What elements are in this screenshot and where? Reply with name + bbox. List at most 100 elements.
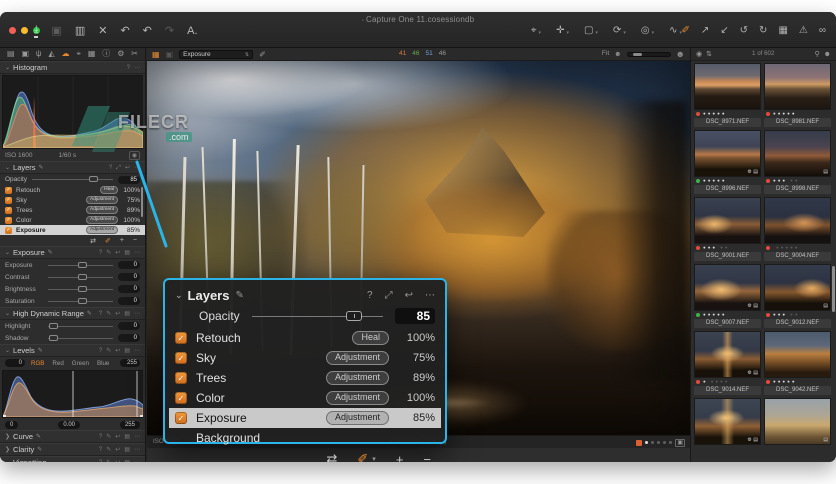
- edit-icon[interactable]: ✎: [235, 290, 243, 301]
- reset-icon[interactable]: ↩: [115, 447, 120, 453]
- edit-icon[interactable]: ✎: [37, 447, 42, 453]
- zoom-out-icon[interactable]: ☻: [614, 51, 621, 58]
- check-icon[interactable]: ✓: [175, 392, 187, 404]
- more-icon[interactable]: ⋯: [134, 311, 140, 317]
- crop-tool-button[interactable]: ▢ ▾: [584, 26, 598, 36]
- variant-dot[interactable]: [651, 441, 655, 444]
- thumbnail[interactable]: ▤: [764, 130, 831, 177]
- rating-row[interactable]: ●●●●●: [764, 110, 831, 118]
- layer-row-selected[interactable]: ✓ Exposure Adjustment 85%: [0, 225, 145, 235]
- edit-icon[interactable]: ✎: [106, 447, 111, 453]
- delete-icon[interactable]: ✕: [98, 26, 107, 37]
- checkbox-checked-icon[interactable]: ✓: [5, 196, 12, 204]
- opacity-slider[interactable]: [32, 176, 113, 182]
- undo-icon[interactable]: ↶: [120, 26, 129, 37]
- checkbox-checked-icon[interactable]: ✓: [5, 216, 12, 224]
- edit-icon[interactable]: ✎: [106, 434, 111, 440]
- help-icon[interactable]: ?: [99, 311, 102, 317]
- help-icon[interactable]: ?: [99, 348, 102, 354]
- check-icon[interactable]: ✓: [175, 352, 187, 364]
- more-icon[interactable]: ⋯: [134, 165, 140, 171]
- slider-handle[interactable]: [346, 310, 363, 321]
- check-icon[interactable]: ✓: [175, 412, 187, 424]
- vignetting-section-header[interactable]: ⌄ Vignetting ? ✎ ↩ ▤ ⋯: [0, 456, 145, 462]
- edit-icon[interactable]: ✎: [106, 348, 111, 354]
- expand-icon[interactable]: ⤢: [385, 290, 393, 301]
- grid-icon[interactable]: ▦: [778, 26, 787, 36]
- layers-panel-header[interactable]: ⌄ Layers ✎ ? ⤢ ↩ ⋯: [175, 286, 435, 304]
- rating-row[interactable]: ●●●●●: [694, 311, 761, 319]
- compare-view-icon[interactable]: ▣: [166, 50, 174, 59]
- channel-rgb[interactable]: RGB: [29, 360, 46, 367]
- help-icon[interactable]: ?: [367, 290, 373, 301]
- slider-handle[interactable]: [49, 322, 59, 329]
- slider-handle[interactable]: [77, 273, 87, 280]
- search-icon[interactable]: ⚲: [814, 51, 819, 58]
- tab-library-icon[interactable]: ▤: [7, 50, 15, 58]
- more-icon[interactable]: ⋯: [425, 290, 435, 301]
- thumbnail[interactable]: [694, 63, 761, 110]
- levels-black-point[interactable]: 0: [5, 420, 19, 429]
- help-icon[interactable]: ?: [99, 447, 102, 453]
- variant-dot[interactable]: [657, 441, 661, 444]
- layer-row[interactable]: ✓ Color Adjustment 100%: [0, 215, 145, 225]
- scrollbar[interactable]: [141, 187, 143, 217]
- eye-icon[interactable]: ◉: [696, 51, 702, 58]
- draw-mask-tool-button[interactable]: ∿ ▾: [669, 26, 682, 36]
- thumbnail[interactable]: ▤: [764, 264, 831, 311]
- edit-icon[interactable]: ✎: [38, 348, 43, 354]
- add-layer-button[interactable]: +: [396, 452, 404, 463]
- remove-layer-button[interactable]: −: [423, 452, 431, 463]
- layer-row[interactable]: ✓ Sky Adjustment 75%: [0, 195, 145, 205]
- rating-row[interactable]: ●●●●●: [764, 311, 831, 319]
- reset-icon[interactable]: ↩: [405, 290, 413, 301]
- thumbnail[interactable]: [764, 63, 831, 110]
- variant-dot[interactable]: [645, 441, 649, 444]
- import-icon[interactable]: ⤓: [34, 25, 39, 38]
- brush-icon[interactable]: ✐: [357, 451, 368, 462]
- slider-handle[interactable]: [49, 334, 59, 341]
- capture-icon[interactable]: ▣: [51, 26, 61, 37]
- zoom-fit-label[interactable]: Fit: [602, 51, 609, 58]
- rating-row[interactable]: ●●●●●: [764, 177, 831, 185]
- pan-tool-button[interactable]: ✛ ▾: [556, 26, 569, 36]
- checkbox-checked-icon[interactable]: ✓: [175, 332, 187, 344]
- browser-cell[interactable]: ●●●●● DSC_9004.NEF: [764, 197, 831, 261]
- annotate-icon[interactable]: A.: [187, 26, 197, 37]
- rating-row[interactable]: ●●●●●: [764, 244, 831, 252]
- reset-icon[interactable]: ↩: [115, 434, 120, 440]
- levels-gamma[interactable]: 0.00: [58, 420, 80, 429]
- histogram-section-header[interactable]: ⌄ Histogram ? ⋯: [0, 61, 145, 74]
- sort-icon[interactable]: ⇅: [706, 51, 712, 58]
- reset-icon[interactable]: ↩: [125, 165, 130, 171]
- more-icon[interactable]: ⋯: [134, 434, 140, 440]
- more-icon[interactable]: ⋯: [134, 460, 140, 463]
- edit-icon[interactable]: ✎: [39, 165, 44, 171]
- thumbnail[interactable]: [694, 197, 761, 244]
- checkbox-checked-icon[interactable]: ✓: [5, 186, 12, 194]
- rating-row[interactable]: ●●●●●: [694, 110, 761, 118]
- arrow-in-icon[interactable]: ↙: [720, 26, 728, 36]
- browser-cell[interactable]: ●●● ●● DSC_9001.NEF: [694, 197, 761, 261]
- opacity-value[interactable]: 85: [118, 175, 140, 184]
- user-icon[interactable]: ☻: [824, 51, 831, 58]
- channel-green[interactable]: Green: [70, 360, 91, 367]
- edit-icon[interactable]: ✎: [106, 460, 111, 463]
- thumbnail[interactable]: [764, 331, 831, 378]
- edit-icon[interactable]: ✎: [36, 434, 41, 440]
- preset-select[interactable]: Exposure ⇅: [179, 50, 254, 59]
- tab-metadata-icon[interactable]: ▦: [88, 50, 96, 58]
- opacity-slider[interactable]: [251, 310, 383, 321]
- rating-row[interactable]: ●●●●●: [764, 378, 831, 386]
- levels-white-point[interactable]: 255: [119, 420, 140, 429]
- proof-icon[interactable]: ∞: [819, 26, 826, 36]
- tab-info-icon[interactable]: ⓘ: [102, 50, 110, 58]
- thumbnail[interactable]: ⚙ ▤: [694, 398, 761, 445]
- minimize-window-button[interactable]: [21, 27, 28, 34]
- brush-icon[interactable]: ✐: [105, 237, 111, 245]
- edit-icon[interactable]: ✎: [87, 311, 92, 317]
- thumbnail[interactable]: ⚙ ▤: [694, 264, 761, 311]
- hdr-section-header[interactable]: ⌄ High Dynamic Range ✎ ? ✎ ↩ ▤ ⋯: [0, 307, 145, 320]
- layer-row[interactable]: ✓ Retouch Heal 100%: [0, 185, 145, 195]
- tab-color-icon[interactable]: ◭: [49, 50, 55, 58]
